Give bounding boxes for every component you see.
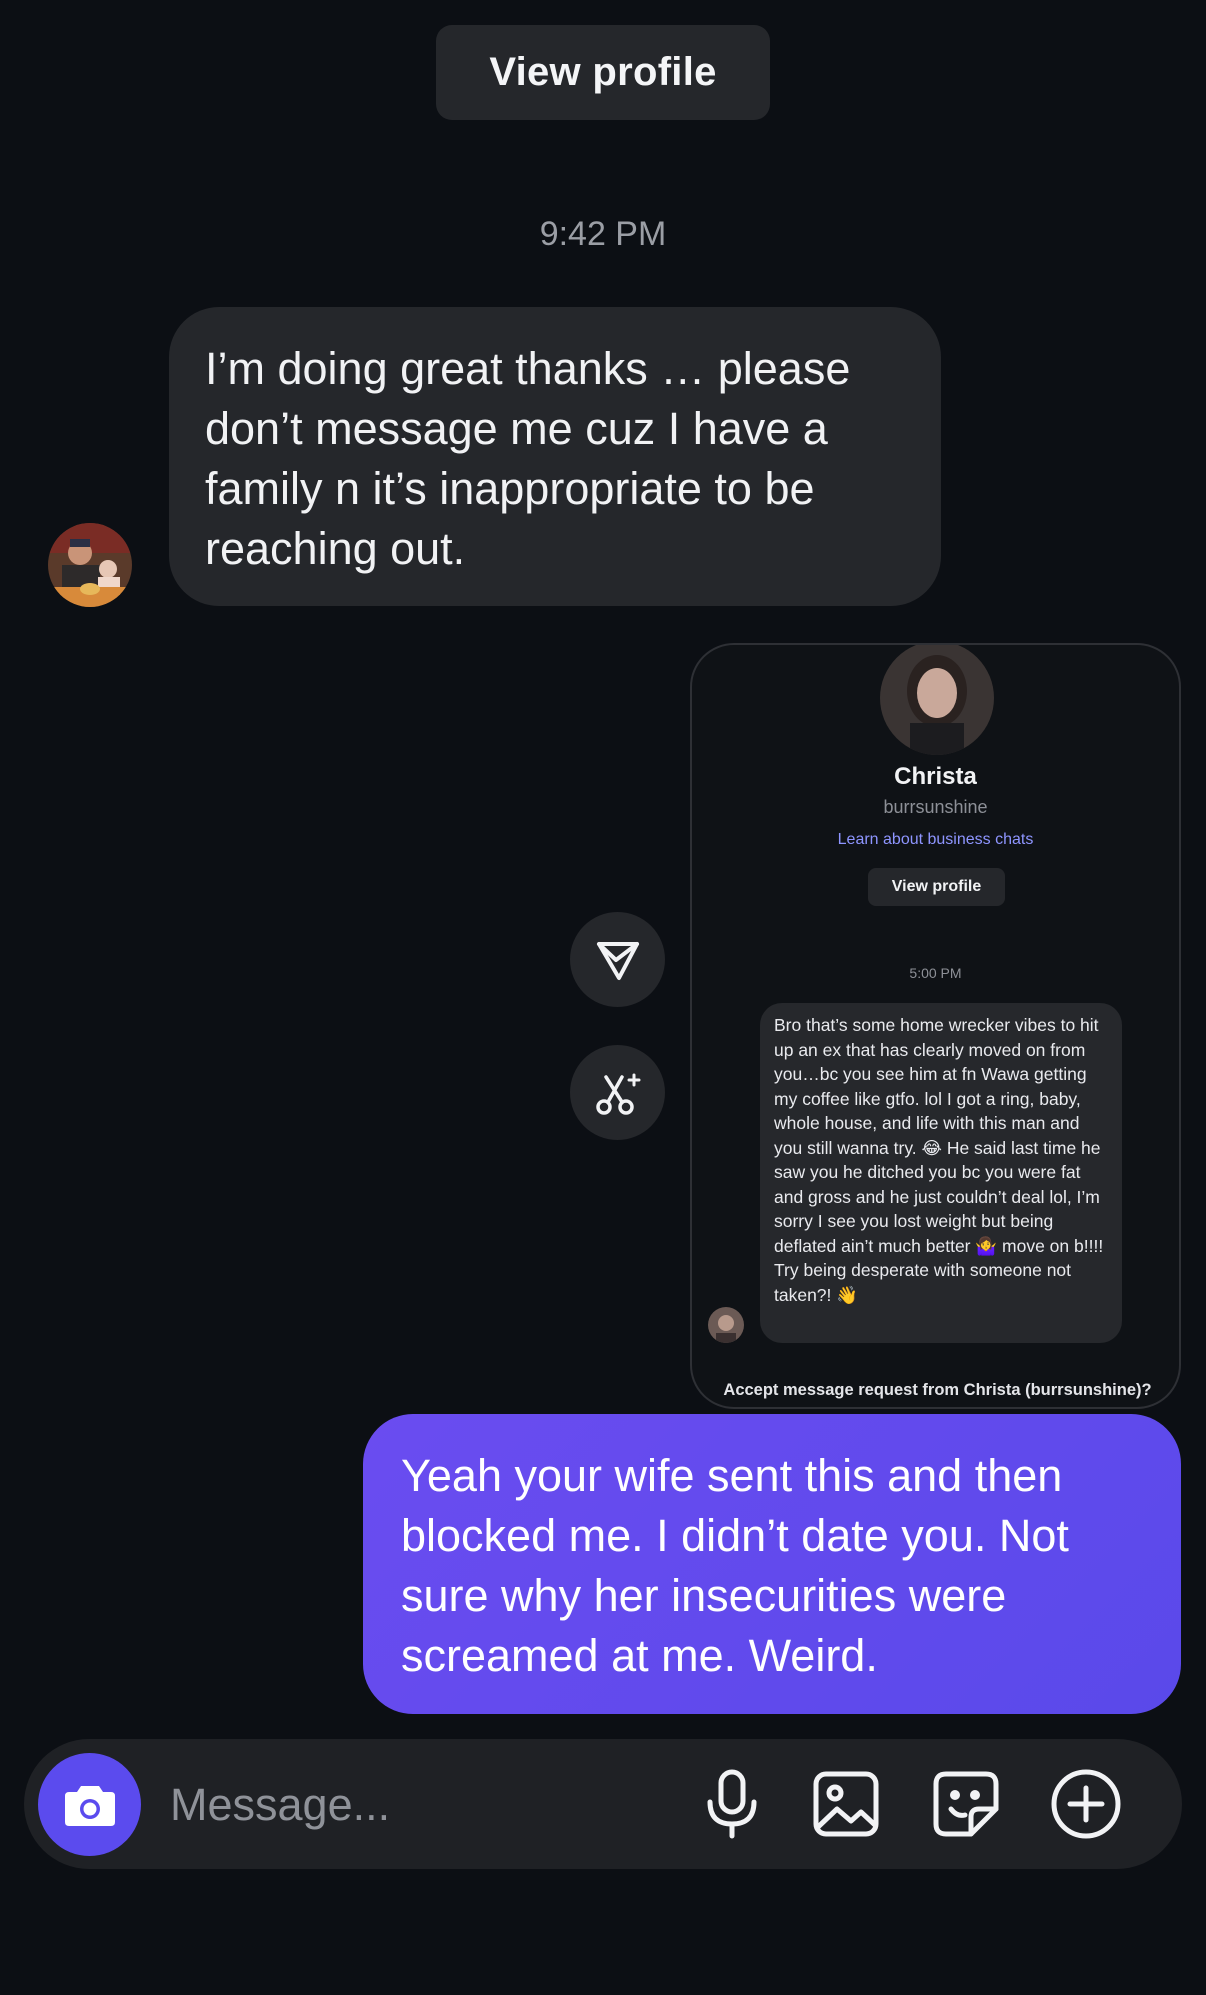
outgoing-message-text: Yeah your wife sent this and then blocke… xyxy=(401,1450,1069,1681)
screenshot-timestamp: 5:00 PM xyxy=(909,965,962,981)
message-input[interactable] xyxy=(168,1774,672,1836)
plus-icon xyxy=(1051,1769,1121,1839)
incoming-message-bubble[interactable]: I’m doing great thanks … please don’t me… xyxy=(169,307,941,606)
camera-icon xyxy=(64,1785,115,1826)
gallery-button[interactable] xyxy=(806,1764,886,1844)
sender-avatar[interactable] xyxy=(48,523,132,607)
screenshot-handle: burrsunshine xyxy=(883,797,988,817)
screenshot-sender-avatar xyxy=(708,1307,744,1343)
sticker-button[interactable] xyxy=(926,1764,1006,1844)
screenshot-message-text: Bro that’s some home wrecker vibes to hi… xyxy=(774,1015,1104,1305)
send-icon xyxy=(596,941,639,980)
message-timestamp: 9:42 PM xyxy=(539,215,667,253)
view-profile-button[interactable]: View profile xyxy=(436,25,770,120)
screenshot-accept-prompt: Accept message request from Christa (bur… xyxy=(723,1381,1152,1399)
screenshot-message-bubble: Bro that’s some home wrecker vibes to hi… xyxy=(760,1003,1122,1343)
outgoing-message-bubble[interactable]: Yeah your wife sent this and then blocke… xyxy=(363,1414,1181,1714)
screenshot-learn-link: Learn about business chats xyxy=(837,831,1034,848)
screenshot-view-profile: View profile xyxy=(868,868,1005,906)
microphone-icon xyxy=(707,1769,757,1839)
microphone-button[interactable] xyxy=(692,1764,772,1844)
sticker-icon xyxy=(933,1771,999,1837)
ai-remix-button[interactable] xyxy=(570,1045,665,1140)
incoming-message-text: I’m doing great thanks … please don’t me… xyxy=(205,343,851,574)
shared-screenshot-image[interactable]: Christa burrsunshine Learn about busines… xyxy=(690,643,1181,1409)
screenshot-name: Christa xyxy=(894,763,977,790)
camera-button[interactable] xyxy=(38,1753,141,1856)
forward-button[interactable] xyxy=(570,912,665,1007)
scissors-sparkle-icon xyxy=(595,1073,640,1115)
screenshot-profile-avatar xyxy=(880,645,994,755)
gallery-icon xyxy=(813,1771,879,1837)
add-button[interactable] xyxy=(1046,1764,1126,1844)
